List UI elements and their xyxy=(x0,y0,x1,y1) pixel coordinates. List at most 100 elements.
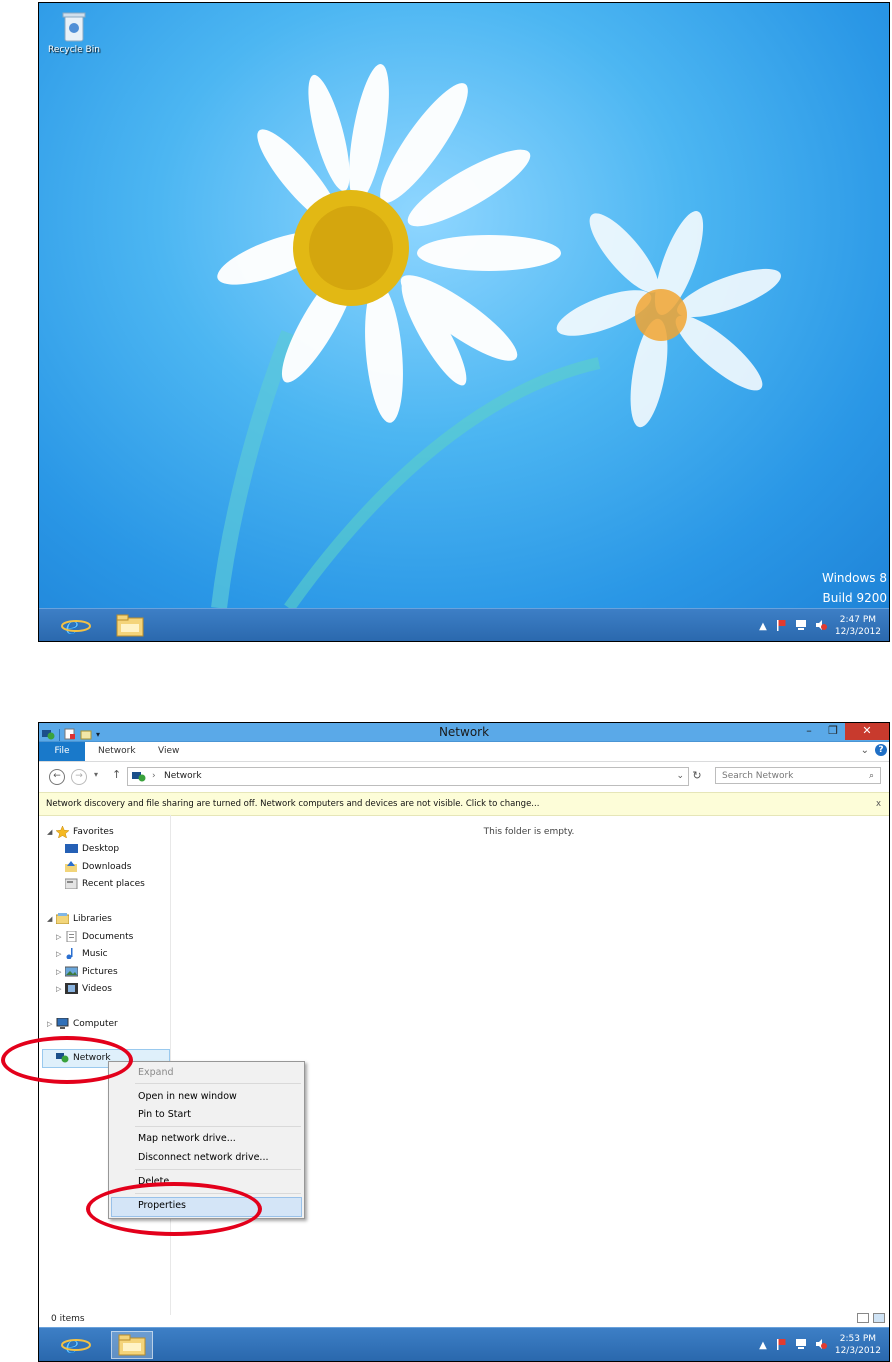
details-view-icon[interactable] xyxy=(857,1313,869,1323)
view-switcher xyxy=(857,1313,885,1323)
recent-places-icon xyxy=(64,878,78,890)
tree-videos[interactable]: ▷ Videos xyxy=(39,981,169,997)
tab-network[interactable]: Network xyxy=(98,742,136,761)
system-tray: ▲ 2:53 PM 12/3/2012 xyxy=(759,1330,881,1360)
computer-icon xyxy=(56,1017,69,1029)
clock-time: 2:53 PM xyxy=(839,1334,877,1344)
windows-version-watermark: Windows 8 xyxy=(821,571,887,585)
libraries-icon xyxy=(55,913,70,925)
restore-button[interactable]: ❐ xyxy=(821,723,845,740)
expand-ribbon-icon[interactable]: ⌄ xyxy=(861,745,869,756)
tree-libraries[interactable]: ◢ Libraries xyxy=(39,911,169,927)
tab-view[interactable]: View xyxy=(158,742,179,761)
large-icons-view-icon[interactable] xyxy=(873,1313,885,1323)
network-discovery-infobar[interactable]: Network discovery and file sharing are t… xyxy=(39,792,889,816)
recycle-bin-icon xyxy=(60,9,88,43)
tree-pictures-label: Pictures xyxy=(82,967,118,977)
system-tray: ▲ 2:47 PM 12/3/2012 xyxy=(759,611,881,641)
collapsed-arrow-icon[interactable]: ▷ xyxy=(56,964,61,980)
desktop-icon xyxy=(65,843,78,854)
music-icon xyxy=(65,948,78,960)
network-highlight-ellipse xyxy=(1,1036,133,1084)
recycle-bin-label: Recycle Bin xyxy=(48,45,100,55)
clock[interactable]: 2:47 PM 12/3/2012 xyxy=(835,614,881,638)
menu-divider xyxy=(135,1126,301,1127)
breadcrumb-separator[interactable]: › xyxy=(152,768,156,785)
show-hidden-icons-icon[interactable]: ▲ xyxy=(759,1340,767,1351)
ribbon-tabs: File Network View ⌄ ? xyxy=(39,742,889,762)
infobar-message[interactable]: Network discovery and file sharing are t… xyxy=(46,793,539,815)
tree-recent-places-label: Recent places xyxy=(82,879,145,889)
close-button[interactable]: ✕ xyxy=(845,723,889,740)
tree-videos-label: Videos xyxy=(82,984,112,994)
desktop-wallpaper: Recycle Bin Windows 8 Build 9200 xyxy=(39,3,889,608)
search-icon[interactable]: ⌕ xyxy=(869,768,874,785)
tree-documents-label: Documents xyxy=(82,932,134,942)
volume-muted-icon[interactable] xyxy=(815,1338,827,1353)
file-explorer-icon[interactable] xyxy=(111,1331,153,1359)
refresh-button[interactable]: ↻ xyxy=(689,768,705,784)
tree-recent-places[interactable]: Recent places xyxy=(39,876,169,892)
forward-button[interactable]: → xyxy=(71,769,87,785)
show-hidden-icons-icon[interactable]: ▲ xyxy=(759,621,767,632)
expanded-arrow-icon[interactable]: ◢ xyxy=(47,911,52,927)
tree-music[interactable]: ▷ Music xyxy=(39,946,169,962)
taskbar: e ▲ 2:47 PM 12/3/2012 xyxy=(39,608,889,641)
downloads-icon xyxy=(65,861,78,872)
volume-muted-icon[interactable] xyxy=(815,619,827,634)
tree-documents[interactable]: ▷ Documents xyxy=(39,929,169,945)
clock[interactable]: 2:53 PM 12/3/2012 xyxy=(835,1333,881,1357)
menu-item-expand[interactable]: Expand xyxy=(138,1065,174,1081)
pictures-icon xyxy=(64,966,79,977)
clock-date: 12/3/2012 xyxy=(834,1346,881,1356)
search-input[interactable]: Search Network ⌕ xyxy=(715,767,881,784)
address-dropdown-icon[interactable]: ⌄ xyxy=(676,768,684,785)
tree-computer-label: Computer xyxy=(73,1019,118,1029)
menu-item-pin-to-start[interactable]: Pin to Start xyxy=(138,1107,191,1123)
action-center-flag-icon[interactable] xyxy=(775,619,787,634)
menu-item-open-new-window[interactable]: Open in new window xyxy=(138,1089,237,1105)
internet-explorer-icon[interactable]: e xyxy=(59,612,93,640)
breadcrumb-network[interactable]: Network xyxy=(164,768,202,785)
network-icon[interactable] xyxy=(795,1338,807,1353)
taskbar: e ▲ 2:53 PM 12/3/2012 xyxy=(39,1327,889,1361)
menu-divider xyxy=(135,1169,301,1170)
recycle-bin-shortcut[interactable]: Recycle Bin xyxy=(45,9,103,55)
address-bar[interactable]: › Network ⌄ xyxy=(127,767,689,786)
search-placeholder: Search Network xyxy=(722,771,794,781)
collapsed-arrow-icon[interactable]: ▷ xyxy=(56,946,61,962)
window-controls: – ❐ ✕ xyxy=(797,723,889,740)
network-icon[interactable] xyxy=(795,619,807,634)
menu-item-map-network-drive[interactable]: Map network drive... xyxy=(138,1131,236,1147)
menu-divider xyxy=(135,1083,301,1084)
network-icon xyxy=(132,771,146,789)
tree-music-label: Music xyxy=(82,949,108,959)
recent-locations-button[interactable]: ▾ xyxy=(94,770,98,779)
tree-desktop[interactable]: Desktop xyxy=(39,841,169,857)
infobar-close-icon[interactable]: x xyxy=(876,793,881,815)
svg-text:e: e xyxy=(65,1331,79,1357)
documents-icon xyxy=(65,930,78,943)
tab-file[interactable]: File xyxy=(39,742,85,761)
tree-libraries-label: Libraries xyxy=(73,914,112,924)
file-explorer-icon[interactable] xyxy=(113,612,147,638)
collapsed-arrow-icon[interactable]: ▷ xyxy=(56,981,61,997)
explorer-screenshot: ▾ Network – ❐ ✕ File Network View ⌄ ? ← … xyxy=(38,722,890,1362)
build-number-watermark: Build 9200 xyxy=(822,591,887,605)
window-title: Network xyxy=(438,725,490,739)
minimize-button[interactable]: – xyxy=(797,723,821,740)
up-button[interactable]: ↑ xyxy=(112,768,121,781)
action-center-flag-icon[interactable] xyxy=(775,1338,787,1353)
tree-computer[interactable]: ▷ Computer xyxy=(39,1016,169,1032)
internet-explorer-icon[interactable]: e xyxy=(59,1331,93,1359)
ribbon-right-controls: ⌄ ? xyxy=(861,744,887,756)
back-button[interactable]: ← xyxy=(49,769,65,785)
collapsed-arrow-icon[interactable]: ▷ xyxy=(47,1016,52,1032)
clock-time: 2:47 PM xyxy=(839,615,877,625)
title-bar: ▾ Network – ❐ ✕ xyxy=(39,723,889,742)
tree-pictures[interactable]: ▷ Pictures xyxy=(39,964,169,980)
menu-item-disconnect-network-drive[interactable]: Disconnect network drive... xyxy=(138,1150,269,1166)
tree-downloads[interactable]: Downloads xyxy=(39,859,169,875)
help-icon[interactable]: ? xyxy=(875,744,887,756)
collapsed-arrow-icon[interactable]: ▷ xyxy=(56,929,61,945)
